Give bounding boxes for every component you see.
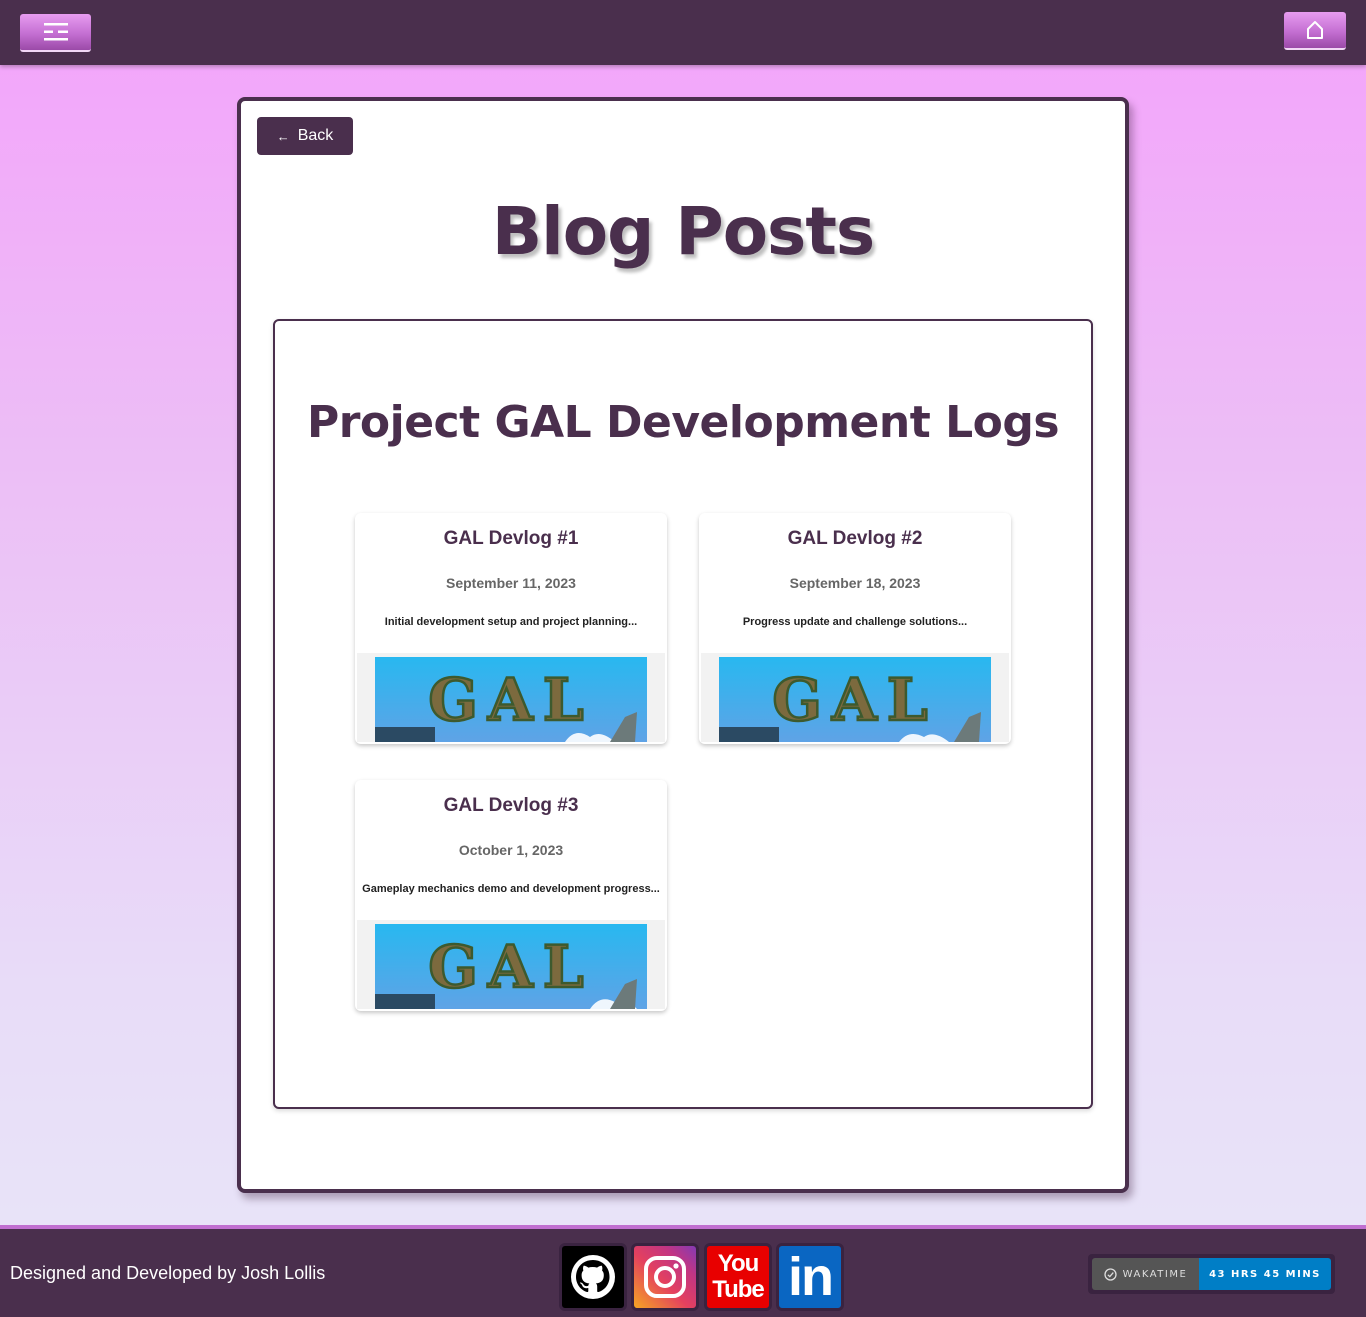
instagram-icon <box>644 1256 686 1298</box>
back-button[interactable]: ← Back <box>257 117 353 155</box>
post-card-devlog-1[interactable]: GAL Devlog #1 September 11, 2023 Initial… <box>355 513 667 744</box>
youtube-link[interactable]: You Tube <box>704 1243 772 1311</box>
youtube-icon: You Tube <box>712 1250 765 1303</box>
post-date: September 18, 2023 <box>789 575 921 591</box>
post-card-devlog-2[interactable]: GAL Devlog #2 September 18, 2023 Progres… <box>699 513 1011 744</box>
back-button-label: Back <box>297 127 334 144</box>
post-title: GAL Devlog #2 <box>787 528 923 549</box>
svg-text:GAL: GAL <box>428 666 593 734</box>
back-arrow-icon: ← <box>276 128 290 144</box>
footer-credit: Designed and Developed by Josh Lollis <box>10 1263 326 1283</box>
post-date: September 11, 2023 <box>446 575 576 591</box>
instagram-link[interactable] <box>631 1243 699 1311</box>
post-title: GAL Devlog #3 <box>443 795 579 816</box>
post-thumbnail-frame: GAL <box>357 920 665 1009</box>
main-card: ← Back Blog Posts Project GAL Developmen… <box>237 97 1129 1193</box>
page-title: Blog Posts <box>491 193 875 270</box>
post-excerpt: Initial development setup and project pl… <box>384 616 638 628</box>
footer: Designed and Developed by Josh Lollis Yo… <box>0 1225 1366 1317</box>
post-thumbnail-frame: GAL <box>701 653 1009 742</box>
post-thumbnail: GAL <box>375 924 647 1009</box>
wakatime-label-area: WAKATIME <box>1092 1258 1199 1290</box>
wakatime-badge[interactable]: WAKATIME 43 HRS 45 MINS <box>1088 1254 1335 1294</box>
top-navbar <box>0 0 1366 65</box>
post-title: GAL Devlog #1 <box>443 528 579 549</box>
github-icon <box>571 1255 615 1299</box>
post-thumbnail-frame: GAL <box>357 653 665 742</box>
github-link[interactable] <box>559 1243 627 1311</box>
linkedin-icon: in <box>788 1247 834 1307</box>
home-icon <box>1307 21 1323 39</box>
linkedin-link[interactable]: in <box>776 1243 844 1311</box>
wakatime-label: WAKATIME <box>1122 1268 1188 1280</box>
wakatime-icon <box>1104 1267 1117 1281</box>
post-excerpt: Gameplay mechanics demo and development … <box>362 883 660 895</box>
post-thumbnail: GAL <box>719 657 991 742</box>
post-excerpt: Progress update and challenge solutions.… <box>742 616 968 628</box>
wakatime-value: 43 HRS 45 MINS <box>1199 1258 1331 1290</box>
post-date: October 1, 2023 <box>458 842 564 858</box>
menu-button[interactable] <box>20 14 91 52</box>
home-button[interactable] <box>1284 12 1346 50</box>
post-card-devlog-3[interactable]: GAL Devlog #3 October 1, 2023 Gameplay m… <box>355 780 667 1011</box>
section-title: Project GAL Development Logs <box>306 397 1060 448</box>
svg-text:GAL: GAL <box>428 933 593 1001</box>
menu-icon <box>43 23 68 41</box>
post-thumbnail: GAL <box>375 657 647 742</box>
svg-text:GAL: GAL <box>772 666 937 734</box>
devlogs-section: Project GAL Development Logs GAL Devlog … <box>273 319 1093 1109</box>
